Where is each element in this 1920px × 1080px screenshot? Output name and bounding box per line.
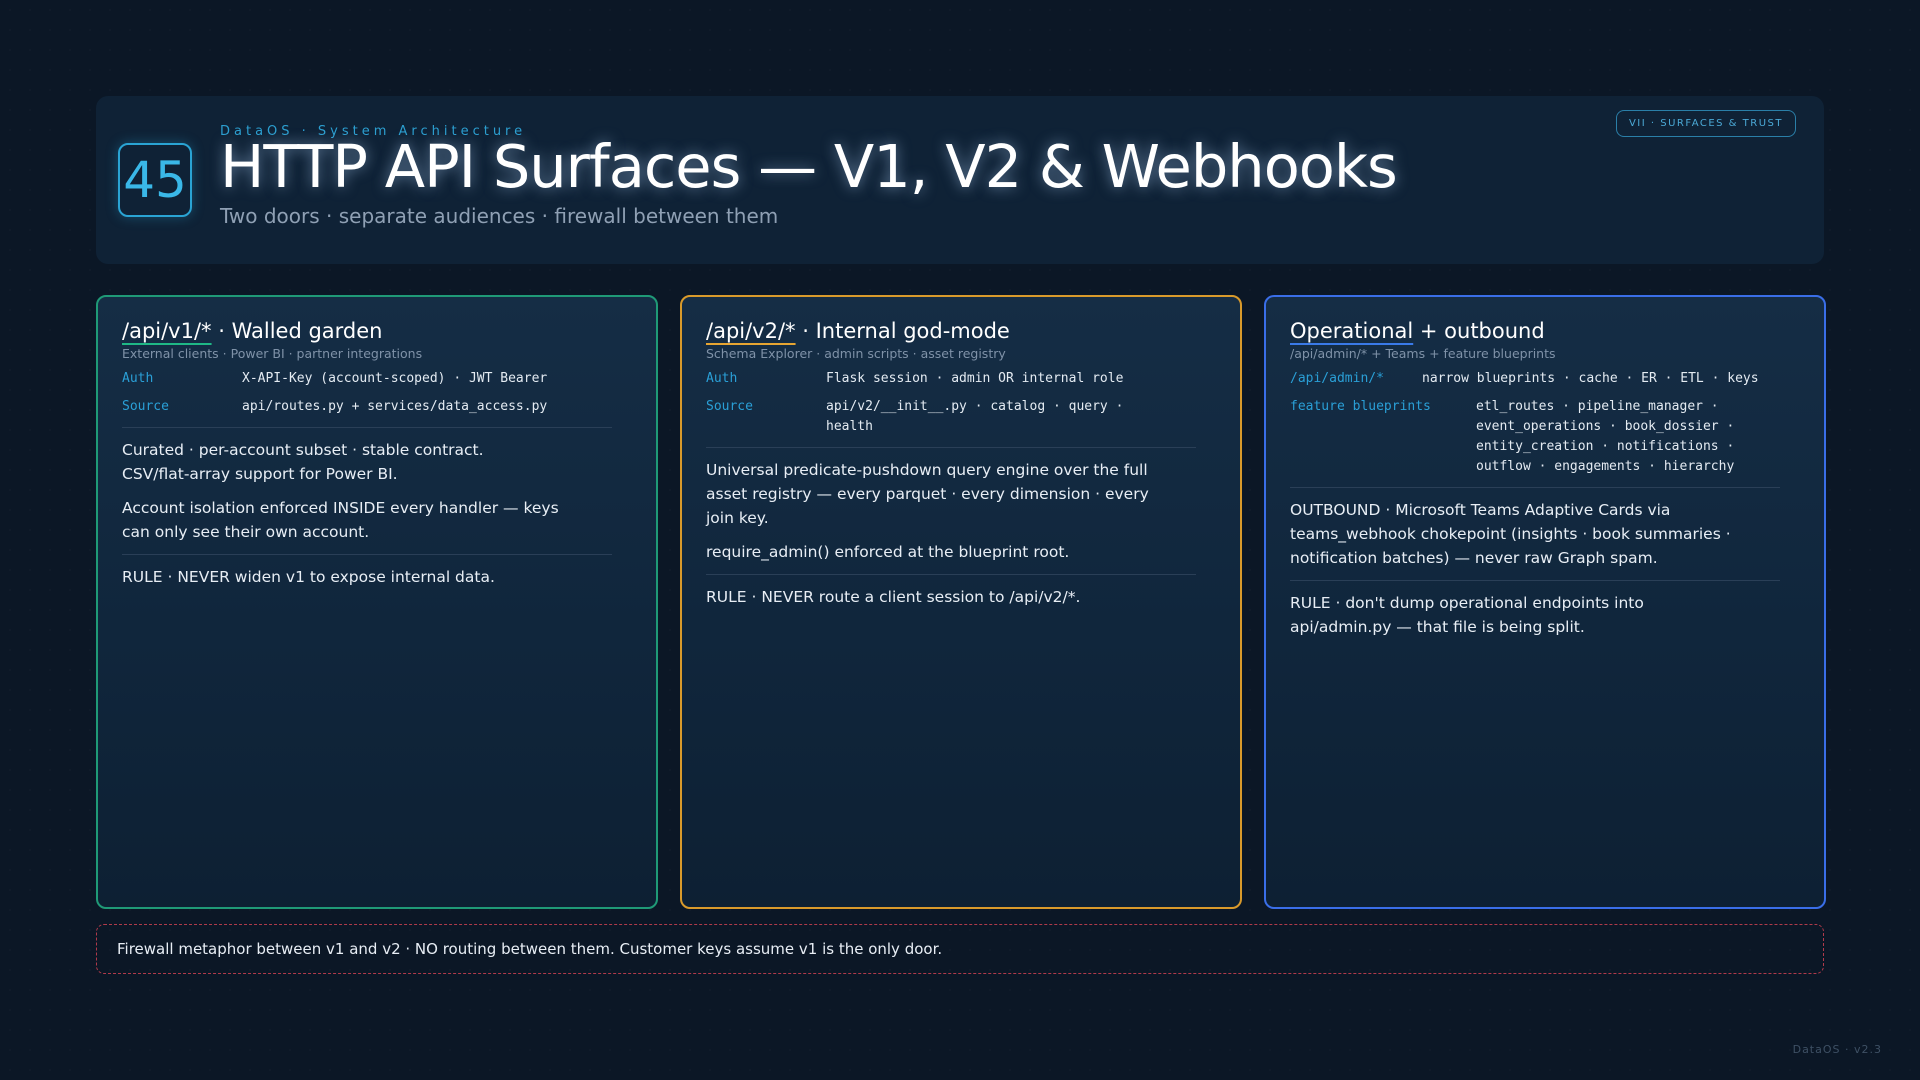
description-paragraph: Curated · per-account subset · stable co… — [122, 438, 632, 486]
panel-title-path: Operational — [1290, 319, 1414, 343]
row-value-line: api/v2/__init__.py · catalog · query · — [826, 399, 1124, 414]
row-key: /api/admin/* — [1290, 371, 1384, 386]
paragraph-line: CSV/flat-array support for Power BI. — [122, 465, 398, 483]
row-value: narrow blueprints · cache · ER · ETL · k… — [1422, 369, 1759, 389]
row-value-line: Flask session · admin OR internal role — [826, 371, 1124, 386]
page-title: HTTP API Surfaces — V1, V2 & Webhooks — [220, 132, 1398, 201]
description-paragraph: Universal predicate-pushdown query engin… — [706, 458, 1216, 530]
rule-text: RULE · don't dump operational endpoints … — [1290, 591, 1800, 639]
panel-subtitle: /api/admin/* + Teams + feature blueprint… — [1290, 346, 1556, 361]
panel-v1: /api/v1/* · Walled garden External clien… — [96, 295, 658, 909]
version-label: DataOS · v2.3 — [1792, 1043, 1882, 1056]
panel-title: Operational + outbound — [1290, 319, 1800, 343]
row-value-line: event_operations · book_dossier · — [1476, 419, 1735, 434]
section-tag: VII · SURFACES & TRUST — [1615, 110, 1796, 137]
paragraph-line: can only see their own account. — [122, 523, 370, 541]
paragraph-line: Curated · per-account subset · stable co… — [122, 441, 484, 459]
row-value: Flask session · admin OR internal role — [826, 369, 1123, 389]
row-key: Auth — [706, 371, 738, 386]
paragraph-line: Account isolation enforced INSIDE every … — [122, 499, 559, 517]
source-row: Source api/routes.py + services/data_acc… — [122, 397, 632, 417]
row-value: api/routes.py + services/data_access.py — [242, 397, 547, 417]
paragraph-line: OUTBOUND · Microsoft Teams Adaptive Card… — [1290, 501, 1671, 519]
source-row: Source api/v2/__init__.py · catalog · qu… — [706, 397, 1216, 437]
description-paragraph: require_admin() enforced at the blueprin… — [706, 540, 1216, 564]
row-key: feature blueprints — [1290, 399, 1431, 414]
row-value: api/v2/__init__.py · catalog · query · h… — [826, 397, 1123, 437]
divider — [122, 427, 612, 428]
rule-text: RULE · NEVER widen v1 to expose internal… — [122, 565, 632, 589]
panel-title-rest: + outbound — [1413, 319, 1545, 343]
divider — [706, 574, 1196, 575]
panel-title: /api/v2/* · Internal god-mode — [706, 319, 1216, 343]
rule-text: RULE · NEVER route a client session to /… — [706, 585, 1216, 609]
paragraph-line: asset registry — every parquet · every d… — [706, 485, 1149, 503]
rule-line: RULE · don't dump operational endpoints … — [1290, 594, 1644, 612]
row-value-line: narrow blueprints · cache · ER · ETL · k… — [1422, 371, 1759, 386]
paragraph-line: notification batches) — never raw Graph … — [1290, 549, 1658, 567]
auth-row: Auth Flask session · admin OR internal r… — [706, 369, 1216, 389]
admin-row: /api/admin/* narrow blueprints · cache ·… — [1290, 369, 1800, 389]
row-value-line: health — [826, 419, 873, 434]
row-value-line: entity_creation · notifications · — [1476, 439, 1735, 454]
rule-line: RULE · NEVER route a client session to /… — [706, 588, 1081, 606]
divider — [706, 447, 1196, 448]
paragraph-line: require_admin() enforced at the blueprin… — [706, 543, 1070, 561]
auth-row: Auth X-API-Key (account-scoped) · JWT Be… — [122, 369, 632, 389]
row-key: Source — [122, 399, 169, 414]
row-value-line: api/routes.py + services/data_access.py — [242, 399, 548, 414]
row-value-line: outflow · engagements · hierarchy — [1476, 459, 1735, 474]
panel-v2: /api/v2/* · Internal god-mode Schema Exp… — [680, 295, 1242, 909]
panel-title-rest: · Walled garden — [211, 319, 383, 343]
panel-title-rest: · Internal god-mode — [795, 319, 1010, 343]
paragraph-line: teams_webhook chokepoint (insights · boo… — [1290, 525, 1731, 543]
row-key: Auth — [122, 371, 154, 386]
panel-title: /api/v1/* · Walled garden — [122, 319, 632, 343]
row-value-line: etl_routes · pipeline_manager · — [1476, 399, 1719, 414]
slide-number-badge: 45 — [118, 143, 192, 217]
panel-title-path: /api/v2/* — [706, 319, 796, 343]
description-paragraph: Account isolation enforced INSIDE every … — [122, 496, 632, 544]
paragraph-line: Universal predicate-pushdown query engin… — [706, 461, 1148, 479]
slide-header: 45 DataOS · System Architecture HTTP API… — [96, 96, 1824, 264]
row-key: Source — [706, 399, 753, 414]
divider — [1290, 580, 1780, 581]
firewall-note-text: Firewall metaphor between v1 and v2 · NO… — [117, 940, 943, 958]
rule-line: api/admin.py — that file is being split. — [1290, 618, 1585, 636]
panel-subtitle: Schema Explorer · admin scripts · asset … — [706, 346, 1006, 361]
row-value: X-API-Key (account-scoped) · JWT Bearer — [242, 369, 547, 389]
row-value-line: X-API-Key (account-scoped) · JWT Bearer — [242, 371, 548, 386]
page-subtitle: Two doors · separate audiences · firewal… — [220, 204, 779, 228]
feature-blueprints-row: feature blueprints etl_routes · pipeline… — [1290, 397, 1800, 477]
firewall-note: Firewall metaphor between v1 and v2 · NO… — [96, 924, 1824, 974]
panel-operational: Operational + outbound /api/admin/* + Te… — [1264, 295, 1826, 909]
rule-line: RULE · NEVER widen v1 to expose internal… — [122, 568, 495, 586]
description-paragraph: OUTBOUND · Microsoft Teams Adaptive Card… — [1290, 498, 1800, 570]
paragraph-line: join key. — [706, 509, 769, 527]
panel-subtitle: External clients · Power BI · partner in… — [122, 346, 423, 361]
row-value: etl_routes · pipeline_manager · event_op… — [1476, 397, 1734, 477]
panel-title-path: /api/v1/* — [122, 319, 212, 343]
divider — [1290, 487, 1780, 488]
divider — [122, 554, 612, 555]
